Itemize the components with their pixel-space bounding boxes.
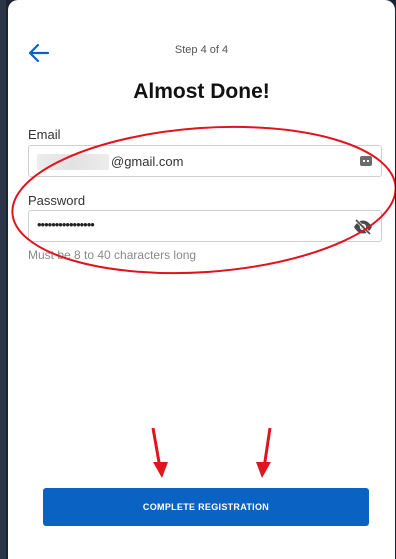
window-edge bbox=[0, 0, 6, 559]
password-helper-text: Must be 8 to 40 characters long bbox=[28, 248, 197, 262]
arrow-annotation-left bbox=[151, 427, 168, 478]
email-label: Email bbox=[28, 127, 61, 142]
email-value: @gmail.com bbox=[111, 154, 184, 169]
arrow-annotation-right bbox=[256, 427, 272, 478]
password-label: Password bbox=[28, 193, 86, 208]
page-title: Almost Done! bbox=[133, 80, 270, 103]
eye-slash-icon[interactable] bbox=[353, 218, 373, 236]
complete-registration-button[interactable]: COMPLETE REGISTRATION bbox=[43, 488, 369, 526]
step-indicator: Step 4 of 4 bbox=[174, 44, 229, 56]
password-field[interactable]: •••••••••••••••• bbox=[28, 210, 382, 242]
registration-card: Step 4 of 4 Almost Done! Email @gmail.co… bbox=[8, 0, 395, 559]
keyboard-icon[interactable] bbox=[360, 156, 372, 166]
redacted-email-username bbox=[37, 154, 109, 170]
app-frame: Step 4 of 4 Almost Done! Email @gmail.co… bbox=[0, 0, 396, 559]
password-value: •••••••••••••••• bbox=[37, 217, 95, 232]
email-field[interactable]: @gmail.com bbox=[28, 145, 382, 177]
